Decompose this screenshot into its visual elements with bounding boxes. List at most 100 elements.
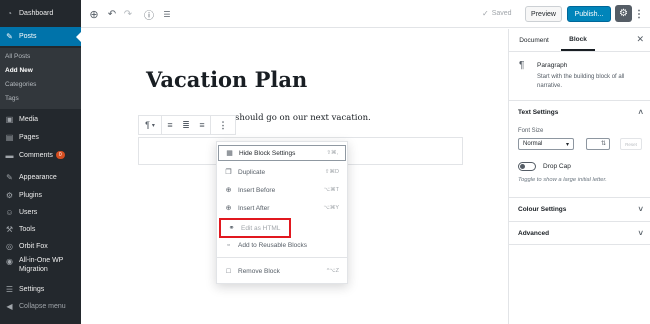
undo-icon[interactable]: ↶ — [105, 7, 119, 21]
menu-posts[interactable]: ✎ Posts — [0, 27, 81, 46]
submenu-tags[interactable]: Tags — [5, 95, 19, 102]
menu-migration-label: All-in-One WP Migration — [19, 256, 63, 274]
menu-posts-label: Posts — [19, 33, 37, 40]
menu-all-in-one-migration[interactable]: ◉ All-in-One WP Migration — [0, 256, 81, 276]
menu-item-label: Edit as HTML — [241, 224, 281, 232]
paragraph-icon: ¶ — [519, 60, 525, 71]
insert-before-icon: ⊕ — [225, 187, 232, 194]
menu-item-label: Add to Reusable Blocks — [238, 241, 308, 249]
menu-tools-label: Tools — [19, 225, 36, 233]
menu-settings[interactable]: ☰ Settings — [0, 282, 81, 296]
menu-insert-before[interactable]: ⊕ Insert Before ⌥⌘T — [218, 182, 346, 198]
post-title[interactable]: Vacation Plan — [146, 67, 307, 92]
menu-tools[interactable]: ⚒ Tools — [0, 222, 81, 236]
menu-users-label: Users — [19, 208, 38, 216]
insert-after-icon: ⊕ — [225, 205, 232, 212]
custom-font-size-input[interactable]: ⇅ — [586, 138, 610, 150]
chevron-up-icon: ˄ — [638, 108, 643, 117]
menu-pages[interactable]: ▤ Pages — [0, 130, 81, 144]
saved-status: ✓ Saved — [482, 9, 512, 18]
block-more-options-menu: ▦ Hide Block Settings ⇧⌘, ❐ Duplicate ⇧⌘… — [216, 141, 348, 284]
align-right-icon: ≡ — [199, 120, 205, 130]
chevron-down-icon: ▾ — [151, 122, 155, 129]
align-left-icon: ≡ — [167, 120, 173, 130]
block-card-title: Paragraph — [537, 62, 568, 69]
font-size-label: Font Size — [518, 128, 544, 134]
redo-icon[interactable]: ↷ — [121, 7, 135, 21]
tab-divider — [509, 51, 650, 52]
menu-users[interactable]: ☺ Users — [0, 205, 81, 219]
duplicate-icon: ❐ — [225, 169, 232, 176]
menu-appearance[interactable]: ✎ Appearance — [0, 170, 81, 184]
menu-item-label: Remove Block — [238, 267, 280, 275]
shortcut-label: ⇧⌘, — [326, 150, 338, 156]
sidebar-icon: ▦ — [226, 150, 233, 157]
reusable-block-icon: ▫ — [227, 241, 230, 249]
gear-icon: ⚙ — [619, 8, 628, 19]
publish-button[interactable]: Publish... — [567, 6, 611, 22]
paragraph-icon: ¶ — [145, 120, 150, 130]
panel-colour-settings[interactable]: Colour Settings ˅ — [509, 197, 650, 221]
panel-text-settings[interactable]: Text Settings ˄ — [509, 100, 650, 124]
menu-comments[interactable]: ▬ Comments 0 — [0, 148, 81, 162]
info-icon[interactable]: ⓘ — [142, 7, 156, 22]
preview-button[interactable]: Preview — [525, 6, 562, 22]
collapse-menu-label: Collapse menu — [19, 302, 66, 310]
toggle-knob — [520, 163, 525, 169]
menu-dashboard[interactable]: ◔ Dashboard — [0, 4, 81, 22]
settings-toggle-button[interactable]: ⚙ — [615, 5, 632, 22]
tools-icon: ⚒ — [5, 224, 14, 234]
menu-remove-block[interactable]: □ Remove Block ^⌥Z — [218, 263, 346, 279]
menu-add-to-reusable-blocks[interactable]: ▫ Add to Reusable Blocks — [218, 237, 346, 253]
add-block-icon[interactable]: ⊕ — [87, 7, 101, 21]
trash-icon: □ — [226, 267, 231, 275]
reset-font-size-button[interactable]: Reset — [620, 138, 642, 150]
align-right-button[interactable]: ≡ — [194, 116, 210, 134]
shortcut-label: ⌥⌘Y — [323, 205, 339, 211]
panel-title: Colour Settings — [518, 206, 567, 213]
collapse-icon: ◀ — [6, 301, 13, 311]
appearance-icon: ✎ — [6, 172, 13, 182]
menu-plugins[interactable]: ⚙ Plugins — [0, 188, 81, 202]
menu-comments-label: Comments — [19, 151, 53, 159]
menu-edit-as-html[interactable]: ⚭ Edit as HTML — [219, 218, 291, 238]
chevron-down-icon: ▾ — [565, 141, 569, 148]
tab-document[interactable]: Document — [509, 29, 559, 51]
menu-media[interactable]: ▣ Media — [0, 112, 81, 126]
align-center-button[interactable]: ≣ — [178, 116, 194, 134]
menu-hide-block-settings[interactable]: ▦ Hide Block Settings ⇧⌘, — [218, 145, 346, 161]
block-more-options-button[interactable]: ⋮ — [211, 116, 235, 134]
menu-divider — [217, 257, 347, 258]
shortcut-label: ^⌥Z — [326, 268, 339, 274]
settings-icon: ☰ — [5, 284, 14, 294]
align-left-button[interactable]: ≡ — [162, 116, 178, 134]
close-icon[interactable]: ✕ — [636, 34, 644, 45]
submenu-all-posts[interactable]: All Posts — [5, 53, 30, 60]
admin-sidebar: ◔ Dashboard ✎ Posts All Posts Add New Ca… — [0, 0, 81, 324]
more-options-button[interactable]: ⋮ — [634, 6, 644, 22]
orbit-fox-icon: ◎ — [6, 241, 13, 251]
menu-item-label: Duplicate — [238, 168, 266, 176]
block-navigation-icon[interactable]: ☰ — [160, 7, 174, 21]
panel-title: Advanced — [518, 229, 550, 237]
menu-duplicate[interactable]: ❐ Duplicate ⇧⌘D — [218, 164, 346, 180]
paragraph-block-text[interactable]: should go on our next vacation. — [235, 113, 371, 123]
menu-insert-after[interactable]: ⊕ Insert After ⌥⌘Y — [218, 200, 346, 216]
panel-advanced[interactable]: Advanced ˅ — [509, 221, 650, 245]
menu-plugins-label: Plugins — [19, 191, 42, 199]
tab-block[interactable]: Block — [561, 29, 595, 51]
menu-orbit-fox[interactable]: ◎ Orbit Fox — [0, 239, 81, 253]
chevron-down-icon: ˅ — [638, 228, 643, 238]
drop-cap-toggle[interactable] — [518, 162, 536, 171]
comments-icon: ▬ — [5, 150, 14, 160]
block-card-description: Start with the building block of all nar… — [537, 74, 625, 89]
font-size-select[interactable]: Normal ▾ — [518, 138, 574, 150]
submenu-add-new[interactable]: Add New — [5, 67, 33, 74]
menu-pages-label: Pages — [19, 133, 39, 141]
dashboard-icon: ◔ — [7, 8, 12, 18]
collapse-menu-button[interactable]: ◀ Collapse menu — [0, 299, 81, 313]
block-toolbar: ¶ ▾ ≡ ≣ ≡ ⋮ — [138, 115, 236, 135]
submenu-categories[interactable]: Categories — [5, 81, 36, 88]
block-type-switcher[interactable]: ¶ ▾ — [139, 116, 161, 134]
comments-count-badge: 0 — [55, 151, 65, 159]
